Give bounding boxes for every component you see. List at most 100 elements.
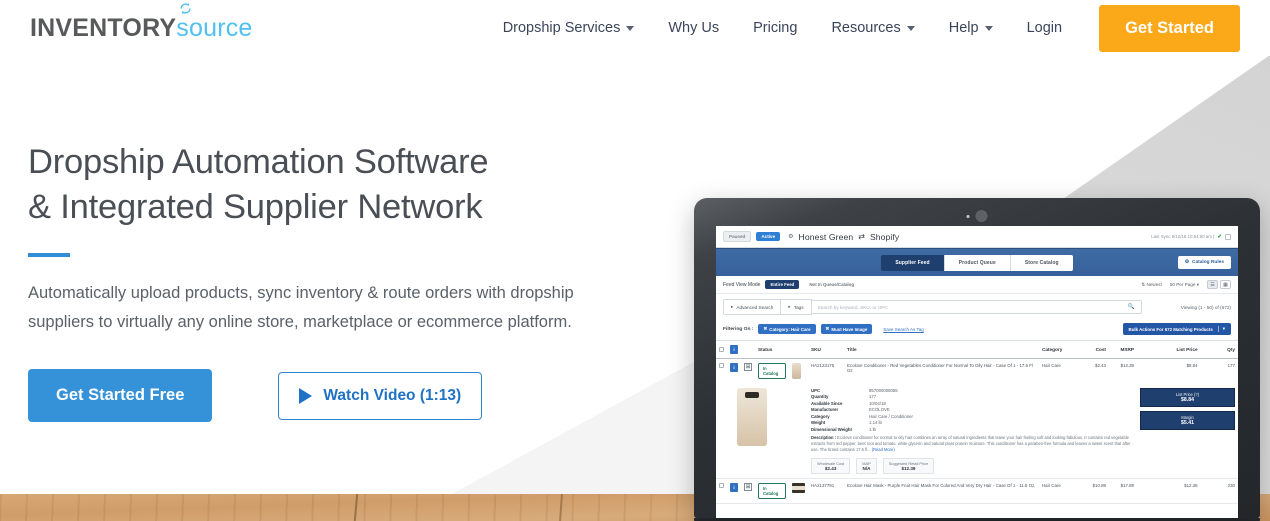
- nav-item-resources[interactable]: Resources: [814, 20, 931, 36]
- product-thumbnail[interactable]: [792, 363, 801, 379]
- grid-view-icon[interactable]: ▦: [1220, 280, 1231, 289]
- bulk-actions-button[interactable]: Bulk Actions For 672 Matching Products ▾: [1122, 323, 1231, 335]
- row-detail: UPC 857090006055 Quantity 177 Available Si…: [716, 384, 1238, 479]
- table-row[interactable]: i ⊞ In Catalog HA2123175 Ecolove Conditi…: [716, 359, 1238, 385]
- filter-chip-must-have-image[interactable]: ✖ Must Have Image: [820, 324, 873, 334]
- row-title-cell[interactable]: Ecolove Conditioner - Red Vegetables Con…: [844, 359, 1039, 385]
- status-badge[interactable]: In Catalog: [758, 483, 786, 500]
- row-select-cell[interactable]: [716, 479, 727, 504]
- sync-arrows-icon: ⇄: [858, 232, 865, 241]
- search-row: ▸ Advanced Search ▸ Tags Search by keywo…: [716, 294, 1238, 320]
- row-select-cell[interactable]: [716, 359, 727, 385]
- product-thumbnail[interactable]: [792, 483, 805, 494]
- product-image-large[interactable]: [737, 388, 767, 446]
- per-page-control[interactable]: 50 Per Page ▾: [1170, 282, 1199, 288]
- select-all-header[interactable]: [716, 340, 727, 359]
- row-detail-specs: UPC 857090006055 Quantity 177 Available Si…: [808, 384, 1137, 479]
- hero-cta-row: Get Started Free Watch Video (1:13): [28, 369, 620, 423]
- laptop-mockup: Paused Active ⚙ Honest Green ⇄ Shopify L…: [694, 198, 1260, 521]
- tab-product-queue[interactable]: Product Queue: [944, 254, 1011, 271]
- table-header-row: i Status SKU Title Category Cost MSRP Li…: [716, 340, 1238, 359]
- suggested-retail-cell: Suggested Retail Price $12.39: [882, 458, 935, 475]
- table-row[interactable]: i ⊞ In Catalog HA2137791 Ecolove Hair Ma…: [716, 478, 1238, 504]
- tags-label: Tags: [793, 304, 804, 310]
- nav-item-dropship-services[interactable]: Dropship Services: [486, 20, 652, 36]
- get-started-free-button[interactable]: Get Started Free: [28, 369, 213, 423]
- description-text: Ecolove conditioner for normal to oily h…: [811, 435, 1131, 453]
- tags-button[interactable]: ▸ Tags: [781, 299, 812, 315]
- margin-label: Margin: [1181, 415, 1194, 420]
- chevron-down-icon: ▾: [1196, 281, 1199, 287]
- column-title[interactable]: Title: [844, 340, 1039, 359]
- row-cost-cell: $10.89: [1092, 483, 1106, 489]
- map-cell: MAP N/A: [856, 458, 877, 475]
- report-icon[interactable]: [1225, 233, 1231, 240]
- filter-chip-label: Category: Hair Care: [769, 326, 811, 332]
- search-icon[interactable]: 🔍: [1128, 304, 1135, 310]
- nav-item-why-us[interactable]: Why Us: [651, 20, 736, 36]
- platform-name: Shopify: [869, 231, 900, 242]
- checkbox[interactable]: [719, 363, 724, 368]
- app-top-bar: Paused Active ⚙ Honest Green ⇄ Shopify L…: [716, 226, 1238, 248]
- list-price-box[interactable]: List Price (?) $8.84: [1140, 388, 1235, 407]
- get-started-button[interactable]: Get Started: [1099, 4, 1240, 52]
- info-icon[interactable]: i: [730, 363, 738, 372]
- column-status[interactable]: Status: [755, 340, 789, 359]
- row-info-cell[interactable]: i: [727, 479, 741, 504]
- watch-video-button[interactable]: Watch Video (1:13): [278, 371, 483, 420]
- status-badge[interactable]: In Catalog: [758, 363, 786, 379]
- filter-chip-category[interactable]: ✖ Category: Hair Care: [758, 324, 816, 334]
- column-msrp[interactable]: MSRP: [1109, 340, 1137, 359]
- margin-box[interactable]: Margin $5.41: [1140, 411, 1235, 430]
- row-detail-sidebox: List Price (?) $8.84 Margin $5.41: [1137, 384, 1238, 479]
- advanced-search-button[interactable]: ▸ Advanced Search: [723, 299, 782, 315]
- spec-dimensional-weight: Dimensional Weight 1 lb: [811, 427, 1134, 433]
- row-info-cell[interactable]: i: [727, 359, 741, 385]
- filtering-on-label: Filtering On :: [723, 326, 754, 332]
- tab-supplier-feed[interactable]: Supplier Feed: [881, 254, 945, 271]
- column-cost[interactable]: Cost: [1081, 340, 1109, 359]
- search-input[interactable]: Search by keyword, SKU, or UPC 🔍: [811, 300, 1142, 314]
- column-qty[interactable]: Qty: [1200, 340, 1238, 359]
- logo-text-secondary-wrap: source: [176, 3, 252, 43]
- row-msrp-cell: $17.89: [1120, 483, 1134, 489]
- status-paused-toggle[interactable]: Paused: [723, 231, 752, 242]
- logo[interactable]: INVENTORY source: [30, 3, 253, 43]
- feed-mode-not-in-queue[interactable]: Not In Queue/Catalog: [804, 280, 859, 289]
- sort-label: Newest: [1146, 281, 1162, 287]
- column-list-price[interactable]: List Price: [1137, 340, 1201, 359]
- list-view-icon[interactable]: ☰: [1207, 280, 1218, 289]
- read-more-link[interactable]: (Read More): [872, 447, 895, 452]
- nav-item-pricing[interactable]: Pricing: [736, 20, 814, 36]
- info-icon[interactable]: i: [730, 483, 738, 493]
- row-add-cell[interactable]: ⊞: [741, 359, 755, 385]
- nav-item-login[interactable]: Login: [1010, 20, 1079, 36]
- margin-value: $5.41: [1181, 420, 1194, 426]
- column-category[interactable]: Category: [1039, 340, 1081, 359]
- catalog-rules-button[interactable]: ⚙ Catalog Rules: [1177, 256, 1231, 269]
- sort-control[interactable]: ⇅ Newest: [1141, 282, 1161, 288]
- add-to-queue-icon[interactable]: ⊞: [744, 483, 752, 492]
- column-sku[interactable]: SKU: [808, 340, 844, 359]
- gear-icon[interactable]: ⚙: [788, 233, 793, 240]
- main-nav: Dropship Services Why Us Pricing Resourc…: [486, 4, 1270, 52]
- feed-view-mode-row: Feed View Mode Entire Feed Not In Queue/…: [716, 276, 1238, 294]
- save-search-as-tag-link[interactable]: Save Search As Tag: [883, 327, 923, 332]
- refresh-cycle-icon: [180, 3, 191, 14]
- product-description: Description : Ecolove conditioner for no…: [811, 435, 1134, 453]
- chevron-down-icon: [984, 25, 993, 31]
- feed-mode-entire-feed[interactable]: Entire Feed: [765, 280, 800, 289]
- feed-controls: ⇅ Newest 50 Per Page ▾ ☰ ▦: [1141, 280, 1231, 289]
- add-to-queue-icon[interactable]: ⊞: [744, 363, 752, 371]
- checkbox[interactable]: [719, 346, 724, 352]
- row-title-cell[interactable]: Ecolove Hair Mask - Purple Fruit Hair Ma…: [844, 479, 1039, 504]
- thumbnail-header: [789, 340, 808, 359]
- row-add-cell[interactable]: ⊞: [741, 479, 755, 504]
- status-active-toggle[interactable]: Active: [756, 232, 781, 241]
- tab-store-catalog[interactable]: Store Catalog: [1010, 254, 1073, 271]
- chevron-down-icon: ▾: [1217, 326, 1225, 332]
- nav-item-help[interactable]: Help: [932, 20, 1010, 36]
- view-toggle-group: ☰ ▦: [1207, 280, 1231, 289]
- info-icon: i: [730, 345, 738, 354]
- checkbox[interactable]: [719, 483, 724, 489]
